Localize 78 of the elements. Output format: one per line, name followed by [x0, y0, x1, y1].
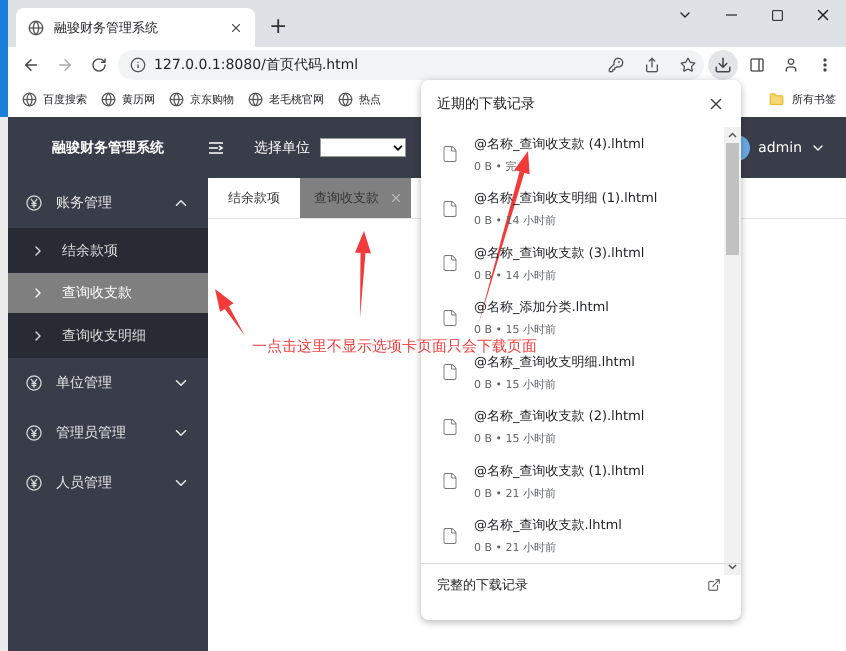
file-icon [441, 254, 459, 272]
nav-menu-item[interactable]: 管理员管理 [8, 408, 208, 458]
submenu-label: 查询收支明细 [62, 326, 146, 344]
share-icon[interactable] [644, 56, 660, 72]
globe-icon [28, 20, 44, 36]
file-icon [441, 200, 459, 218]
bookmark-star-icon[interactable] [680, 56, 696, 72]
file-name[interactable]: @名称_查询收支明细 (1).lhtml [474, 189, 658, 208]
full-history-link[interactable]: 完整的下载记录 [437, 576, 528, 594]
external-link-icon[interactable] [707, 578, 721, 592]
nav-menu-item[interactable]: 账务管理 [8, 178, 208, 228]
bookmark-link[interactable]: 热点 [338, 92, 381, 107]
browser-tab[interactable]: 融骏财务管理系统 [16, 8, 255, 47]
download-status: 0 B • 14 小时前 [474, 268, 558, 283]
file-icon [441, 526, 459, 545]
address-bar[interactable]: 127.0.0.1:8080/首页代码.html [118, 50, 704, 80]
tab-title: 融骏财务管理系统 [54, 20, 159, 36]
download-status: 0 B • 15 小时前 [474, 322, 558, 338]
bookmark-link[interactable]: 京东购物 [169, 92, 234, 107]
more-icon [823, 58, 827, 72]
unit-label: 选择单位 [254, 138, 310, 156]
info-icon [130, 56, 146, 72]
key-icon[interactable] [608, 56, 624, 72]
menu-fold-icon[interactable] [208, 140, 224, 154]
globe-icon [101, 92, 116, 107]
nav-submenu-item[interactable]: 查询收支明细 [8, 313, 208, 358]
file-icon [441, 308, 459, 327]
url-text: 127.0.0.1:8080/首页代码.html [154, 56, 360, 74]
app-title: 融骏财务管理系统 [51, 138, 165, 156]
bookmark-link[interactable]: 黄历网 [101, 92, 155, 107]
download-status: 0 B • 15 小时前 [474, 431, 558, 446]
download-button[interactable] [708, 50, 738, 80]
bookmark-link[interactable]: 百度搜索 [22, 92, 87, 107]
file-name[interactable]: @名称_查询收支款 (2).lhtml [474, 407, 644, 426]
file-name[interactable]: @名称_查询收支款 (1).lhtml [474, 462, 644, 480]
nav-submenu-item[interactable]: 查询收支款 [8, 273, 208, 313]
maximize-icon [770, 8, 784, 22]
yuan-icon [26, 475, 42, 491]
profile-icon [783, 56, 799, 72]
nav-menu-item[interactable]: 单位管理 [8, 358, 208, 408]
file-icon [441, 418, 459, 436]
file-name[interactable]: @名称_查询收支明细.lhtml [474, 352, 635, 371]
yuan-icon [26, 375, 42, 391]
user-name[interactable]: admin [758, 140, 802, 156]
minimize-icon [726, 14, 736, 16]
download-status: 0 B • 21 小时前 [474, 486, 558, 501]
tab-label: 结余款项 [228, 190, 280, 207]
download-status: 0 B • 21 小时前 [474, 540, 558, 556]
popup-title: 近期的下载记录 [437, 94, 535, 112]
folder-icon [769, 92, 784, 107]
all-bookmarks-link[interactable]: 所有书签 [769, 92, 836, 107]
globe-icon [248, 92, 263, 107]
download-status: 0 B • 完 [474, 158, 518, 174]
file-icon [441, 472, 459, 490]
unit-select[interactable] [320, 138, 406, 157]
file-icon [441, 363, 459, 382]
globe-icon [22, 92, 37, 107]
submenu-label: 查询收支款 [62, 284, 132, 302]
tab-label: 查询收支款 [314, 190, 379, 207]
annotation-arrow [215, 289, 245, 336]
download-icon [714, 56, 732, 74]
bookmark-link[interactable]: 老毛桃官网 [248, 92, 324, 107]
side-panel-icon [749, 56, 765, 72]
submenu-label: 结余款项 [62, 242, 118, 260]
file-name[interactable]: @名称_查询收支款.lhtml [474, 516, 622, 534]
yuan-icon [26, 195, 42, 211]
globe-icon [338, 92, 353, 107]
annotation-text: 一点击这里不显示选项卡页面只会下载页面 [252, 337, 537, 355]
nav-submenu-item[interactable]: 结余款项 [8, 228, 208, 273]
scrollbar[interactable] [724, 127, 741, 575]
file-icon [441, 145, 459, 164]
yuan-icon [26, 425, 42, 441]
new-tab-button[interactable]: + [263, 14, 294, 39]
file-name[interactable]: @名称_查询收支款 (4).lhtml [474, 134, 644, 153]
globe-icon [169, 92, 184, 107]
reload-icon [91, 56, 107, 72]
download-status: 0 B • 15 小时前 [474, 376, 558, 392]
nav-menu-item[interactable]: 人员管理 [8, 458, 208, 508]
